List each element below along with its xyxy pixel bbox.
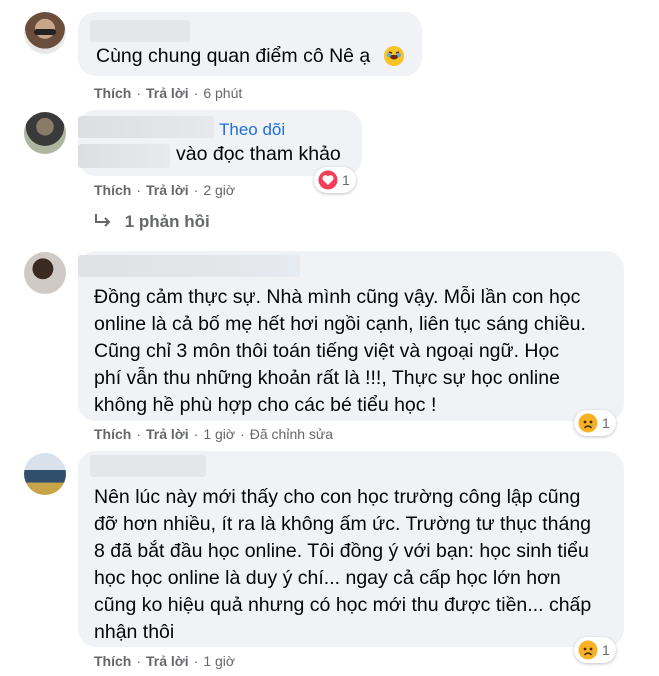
edited-label[interactable]: Đã chỉnh sửa bbox=[250, 426, 333, 442]
avatar[interactable] bbox=[24, 453, 66, 495]
comment-bubble: Theo dõi vào đọc tham khảo bbox=[78, 110, 362, 176]
avatar[interactable] bbox=[24, 112, 66, 154]
sad-reaction-icon bbox=[578, 640, 598, 660]
sad-reaction-icon bbox=[578, 413, 598, 433]
comment-actions: Thích · Trả lời · 6 phút bbox=[94, 85, 243, 101]
reaction-count[interactable]: 1 bbox=[574, 410, 616, 436]
view-replies-link[interactable]: 1 phản hồi bbox=[94, 212, 210, 232]
reply-button[interactable]: Trả lời bbox=[146, 426, 189, 442]
reaction-count[interactable]: 1 bbox=[314, 167, 356, 193]
like-button[interactable]: Thích bbox=[94, 182, 131, 198]
like-button[interactable]: Thích bbox=[94, 426, 131, 442]
love-reaction-icon bbox=[318, 170, 338, 190]
comment-actions: Thích · Trả lời · 1 giờ · Đã chỉnh sửa bbox=[94, 426, 334, 442]
follow-link[interactable]: Theo dõi bbox=[219, 120, 285, 140]
comment-bubble: Cùng chung quan điểm cô Nê ạ bbox=[78, 12, 422, 76]
timestamp[interactable]: 6 phút bbox=[203, 85, 242, 101]
reaction-count[interactable]: 1 bbox=[574, 637, 616, 663]
comment-text: Cùng chung quan điểm cô Nê ạ bbox=[96, 45, 371, 67]
comment-text: vào đọc tham khảo bbox=[176, 143, 341, 165]
timestamp[interactable]: 1 giờ bbox=[203, 426, 235, 442]
reply-button[interactable]: Trả lời bbox=[146, 182, 189, 198]
reply-button[interactable]: Trả lời bbox=[146, 653, 189, 669]
blurred-text bbox=[78, 144, 170, 168]
like-button[interactable]: Thích bbox=[94, 85, 131, 101]
comment-bubble: Đồng cảm thực sự. Nhà mình cũng vậy. Mỗi… bbox=[78, 251, 624, 421]
comment-text: Đồng cảm thực sự. Nhà mình cũng vậy. Mỗi… bbox=[94, 286, 586, 416]
author-name[interactable] bbox=[78, 116, 214, 138]
author-name[interactable] bbox=[78, 255, 300, 277]
reply-button[interactable]: Trả lời bbox=[146, 85, 189, 101]
comment-actions: Thích · Trả lời · 1 giờ bbox=[94, 653, 236, 669]
avatar-photo bbox=[34, 29, 56, 35]
laughing-emoji-icon bbox=[383, 45, 405, 72]
like-button[interactable]: Thích bbox=[94, 653, 131, 669]
comment-bubble: Nên lúc này mới thấy cho con học trường … bbox=[78, 451, 624, 647]
reply-arrow-icon bbox=[95, 214, 111, 227]
timestamp[interactable]: 1 giờ bbox=[203, 653, 235, 669]
comment-actions: Thích · Trả lời · 2 giờ bbox=[94, 182, 236, 198]
comment-text: Nên lúc này mới thấy cho con học trường … bbox=[94, 486, 592, 643]
avatar[interactable] bbox=[24, 252, 66, 294]
author-name[interactable] bbox=[90, 20, 190, 42]
author-name[interactable] bbox=[90, 455, 206, 477]
timestamp[interactable]: 2 giờ bbox=[203, 182, 235, 198]
avatar[interactable] bbox=[24, 12, 66, 54]
